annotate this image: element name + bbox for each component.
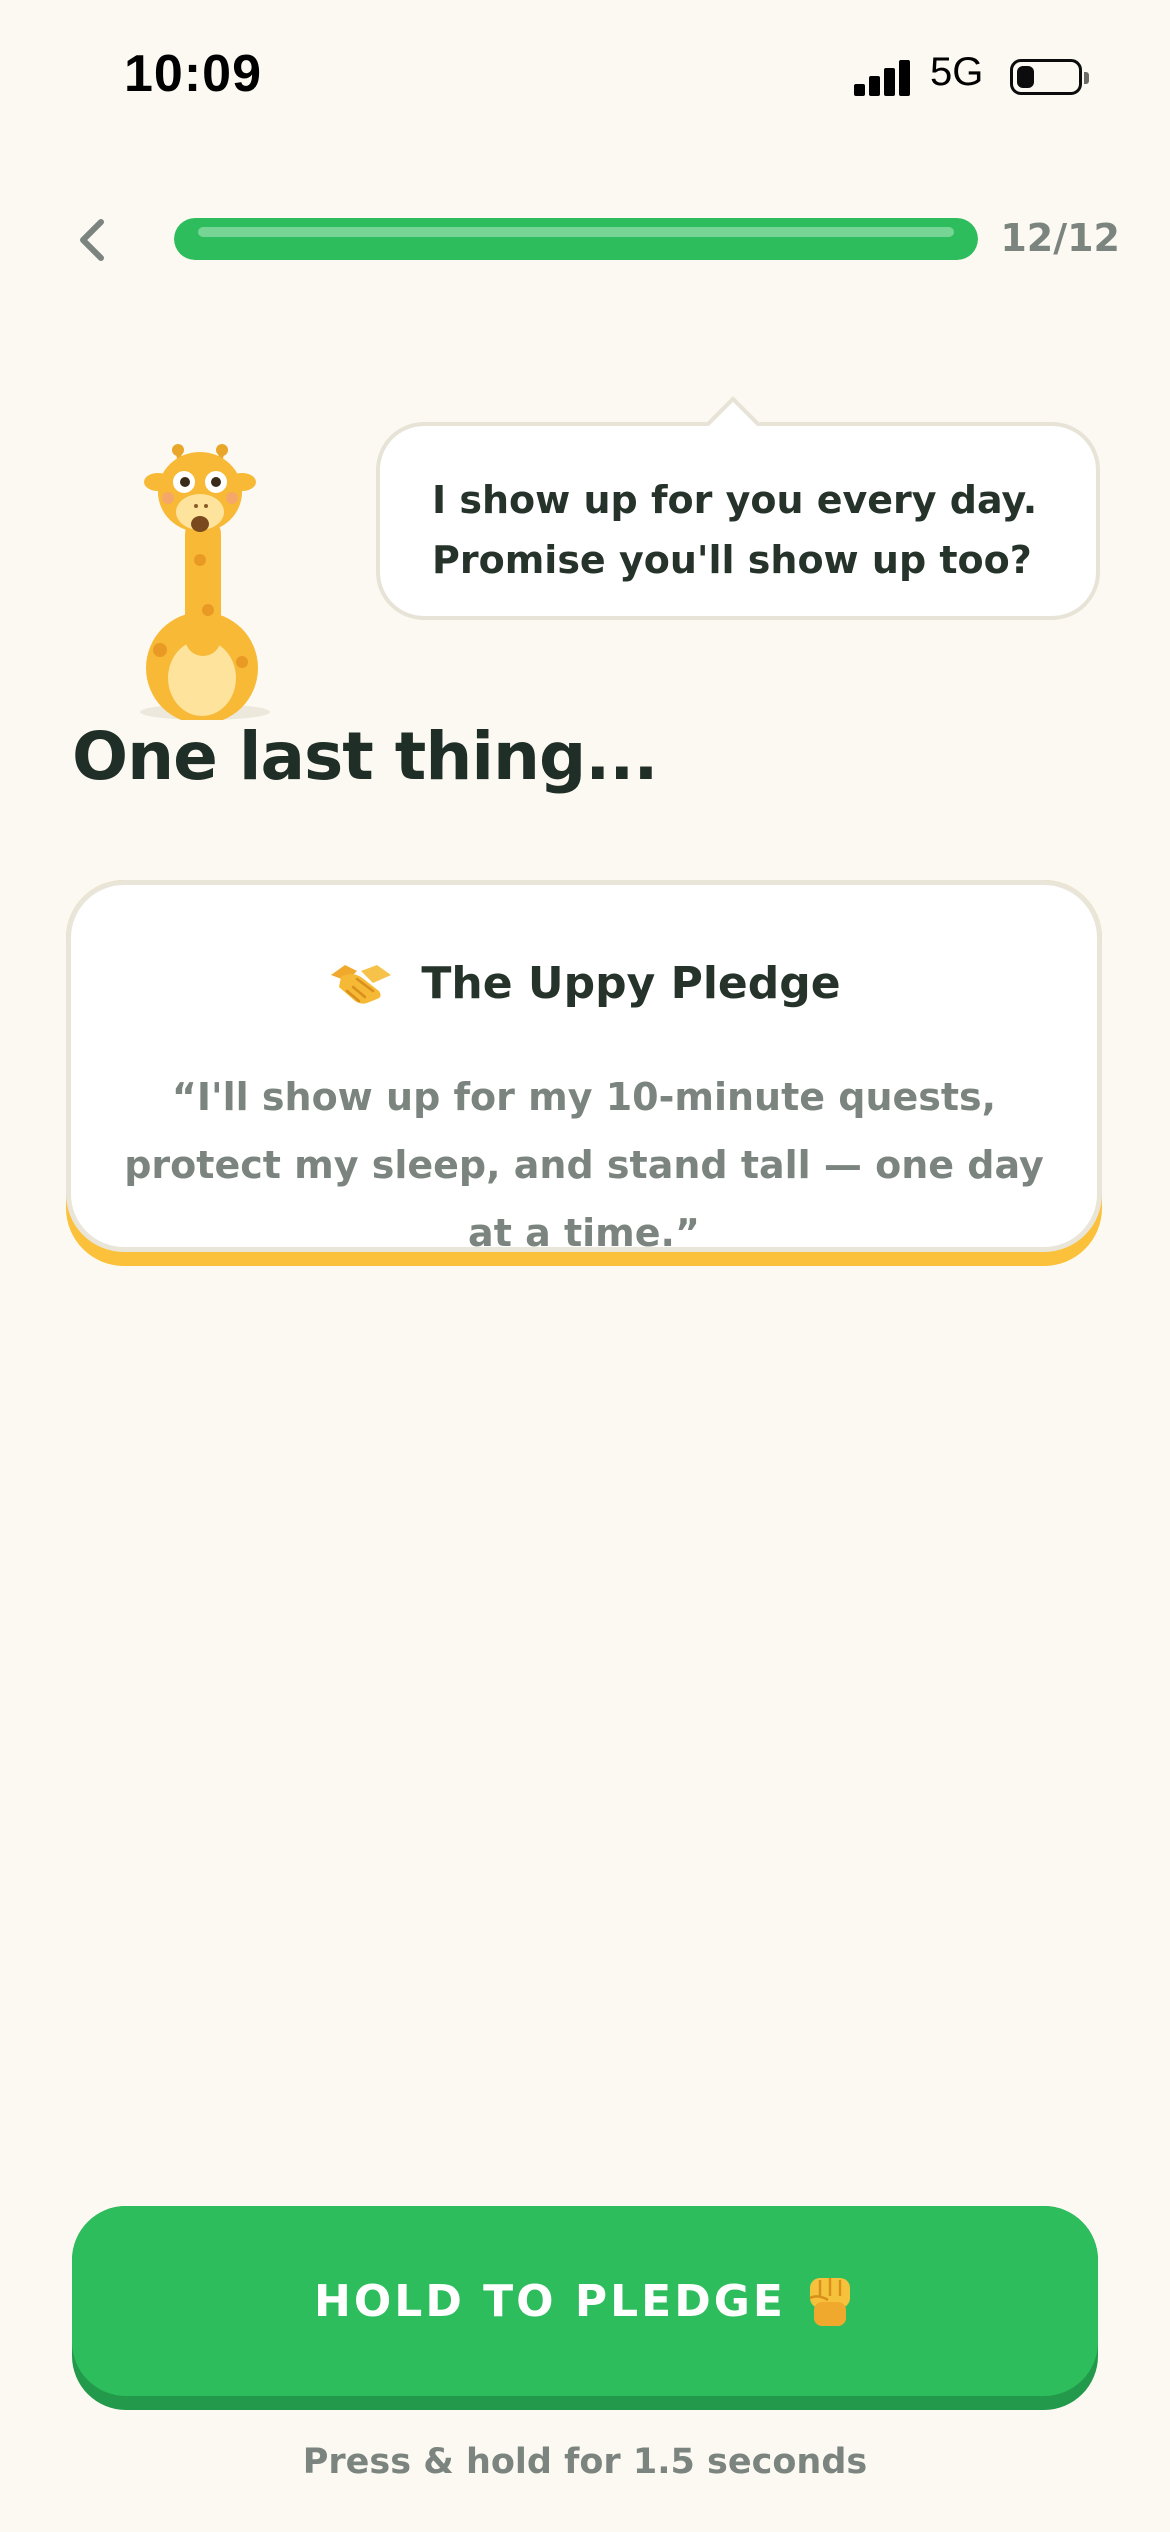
pledge-heading: The Uppy Pledge <box>71 957 1097 1009</box>
battery-icon <box>1010 59 1089 95</box>
status-bar: 10:09 5G <box>0 0 1170 150</box>
progress-count: 12/12 <box>1000 216 1120 260</box>
network-type-label: 5G <box>930 50 984 94</box>
page-title: One last thing... <box>72 718 658 795</box>
cellular-signal-icon <box>854 58 914 96</box>
pledge-quote: “I'll show up for my 10-minute quests, p… <box>124 1075 1044 1255</box>
hold-hint-text: Press & hold for 1.5 seconds <box>302 2442 868 2482</box>
pledge-card: The Uppy Pledge “I'll show up for my 10-… <box>66 880 1102 1266</box>
status-time: 10:09 <box>124 45 262 103</box>
speech-bubble-tail <box>706 396 760 450</box>
raised-fist-icon <box>809 2278 850 2326</box>
hold-to-pledge-button[interactable]: HOLD TO PLEDGE <box>72 2206 1098 2410</box>
progress-fill <box>174 218 978 260</box>
hold-to-pledge-label: HOLD TO PLEDGE <box>314 2275 786 2327</box>
pledge-title: The Uppy Pledge <box>421 957 841 1009</box>
progress-bar <box>174 218 978 260</box>
chevron-left-icon <box>80 219 104 261</box>
progress-shine <box>198 227 954 237</box>
back-button[interactable] <box>62 210 122 270</box>
giraffe-mascot <box>140 444 270 720</box>
hold-to-pledge-button-face: HOLD TO PLEDGE <box>72 2206 1098 2396</box>
speech-bubble: I show up for you every day. Promise you… <box>376 396 1100 620</box>
speech-text: I show up for you every day. Promise you… <box>432 478 1038 582</box>
handshake-icon <box>331 965 392 1004</box>
pledge-card-body: The Uppy Pledge “I'll show up for my 10-… <box>66 880 1102 1255</box>
